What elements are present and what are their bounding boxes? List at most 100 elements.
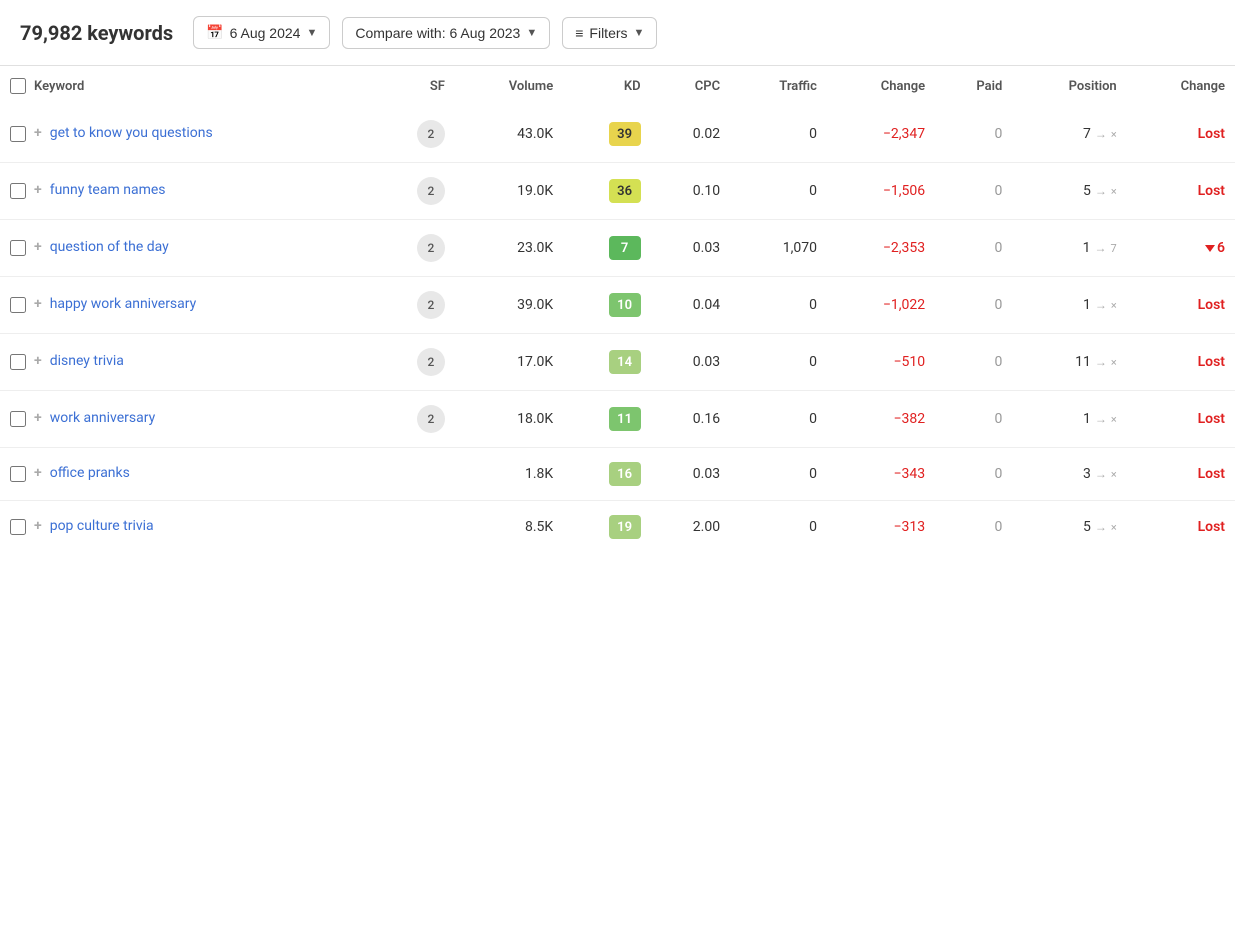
paid-cell: 0 [935,163,1012,220]
add-button[interactable]: + [34,125,42,141]
table-row: + question of the day 223.0K70.031,070−2… [0,220,1235,277]
add-button[interactable]: + [34,465,42,481]
add-button[interactable]: + [34,296,42,312]
sf-badge: 2 [417,234,445,262]
sf-badge: 2 [417,405,445,433]
col-header-change2[interactable]: Change [1127,66,1235,106]
arrow-icon: → [1095,127,1107,141]
change2-cell: Lost [1127,277,1235,334]
kd-cell: 11 [563,391,650,448]
kd-cell: 36 [563,163,650,220]
table-row: + get to know you questions 243.0K390.02… [0,106,1235,163]
paid-cell: 0 [935,501,1012,554]
position-to: × [1111,128,1117,141]
change-cell: −1,506 [827,163,935,220]
lost-badge: Lost [1198,411,1225,427]
lost-badge: Lost [1198,297,1225,313]
arrow-icon: → [1095,412,1107,426]
col-header-change[interactable]: Change [827,66,935,106]
position-from: 1 [1083,297,1091,313]
add-button[interactable]: + [34,518,42,534]
position-from: 7 [1083,126,1091,142]
add-button[interactable]: + [34,182,42,198]
arrow-icon: → [1095,241,1107,255]
keyword-link[interactable]: happy work anniversary [50,295,197,315]
keyword-cell: + get to know you questions [0,106,374,163]
col-header-sf[interactable]: SF [374,66,455,106]
add-button[interactable]: + [34,239,42,255]
sf-cell: 2 [374,106,455,163]
row-checkbox[interactable] [10,411,26,427]
change-cell: −382 [827,391,935,448]
sf-cell: 2 [374,334,455,391]
change2-cell: Lost [1127,163,1235,220]
position-from: 1 [1083,411,1091,427]
triangle-down-icon [1205,245,1215,252]
traffic-cell: 0 [730,334,827,391]
position-cell: 7 → × [1012,106,1126,163]
keyword-link[interactable]: question of the day [50,238,169,258]
row-checkbox[interactable] [10,183,26,199]
position-to: × [1111,413,1117,426]
traffic-cell: 0 [730,501,827,554]
sf-cell: 2 [374,220,455,277]
chevron-down-icon: ▼ [634,27,645,39]
sf-badge: 2 [417,177,445,205]
cpc-cell: 0.03 [651,334,730,391]
traffic-cell: 1,070 [730,220,827,277]
chevron-down-icon: ▼ [526,27,537,39]
volume-cell: 18.0K [455,391,563,448]
volume-cell: 19.0K [455,163,563,220]
keyword-link[interactable]: disney trivia [50,352,124,372]
change-cell: −510 [827,334,935,391]
change-cell: −1,022 [827,277,935,334]
filter-icon: ≡ [575,25,583,41]
keyword-link[interactable]: pop culture trivia [50,517,154,537]
position-to: × [1111,356,1117,369]
row-checkbox[interactable] [10,519,26,535]
traffic-cell: 0 [730,277,827,334]
arrow-icon: → [1095,355,1107,369]
position-to: 7 [1111,242,1117,255]
date-button[interactable]: 📅 6 Aug 2024 ▼ [193,16,330,49]
row-checkbox[interactable] [10,354,26,370]
keyword-link[interactable]: get to know you questions [50,124,213,144]
row-checkbox[interactable] [10,240,26,256]
row-checkbox[interactable] [10,297,26,313]
row-checkbox[interactable] [10,466,26,482]
position-cell: 3 → × [1012,448,1126,501]
cpc-cell: 0.02 [651,106,730,163]
keyword-link[interactable]: funny team names [50,181,166,201]
col-header-cpc[interactable]: CPC [651,66,730,106]
add-button[interactable]: + [34,353,42,369]
volume-cell: 43.0K [455,106,563,163]
volume-cell: 8.5K [455,501,563,554]
col-header-kd[interactable]: KD [563,66,650,106]
col-header-volume[interactable]: Volume [455,66,563,106]
filters-button[interactable]: ≡ Filters ▼ [562,17,657,49]
keyword-cell: + funny team names [0,163,374,220]
position-cell: 5 → × [1012,501,1126,554]
traffic-cell: 0 [730,106,827,163]
col-header-position[interactable]: Position [1012,66,1126,106]
col-header-keyword[interactable]: Keyword [0,66,374,106]
volume-cell: 23.0K [455,220,563,277]
kd-badge: 19 [609,515,641,539]
table-row: + pop culture trivia 8.5K192.000−3130 5 … [0,501,1235,554]
position-to: × [1111,468,1117,481]
col-header-paid[interactable]: Paid [935,66,1012,106]
row-checkbox[interactable] [10,126,26,142]
keyword-link[interactable]: office pranks [50,464,130,484]
col-header-traffic[interactable]: Traffic [730,66,827,106]
position-to: × [1111,521,1117,534]
keyword-cell: + work anniversary [0,391,374,448]
add-button[interactable]: + [34,410,42,426]
keyword-link[interactable]: work anniversary [50,409,156,429]
sf-cell: 2 [374,277,455,334]
volume-cell: 17.0K [455,334,563,391]
keyword-cell: + happy work anniversary [0,277,374,334]
select-all-checkbox[interactable] [10,78,26,94]
compare-button[interactable]: Compare with: 6 Aug 2023 ▼ [342,17,550,49]
kd-badge: 16 [609,462,641,486]
change-cell: −343 [827,448,935,501]
